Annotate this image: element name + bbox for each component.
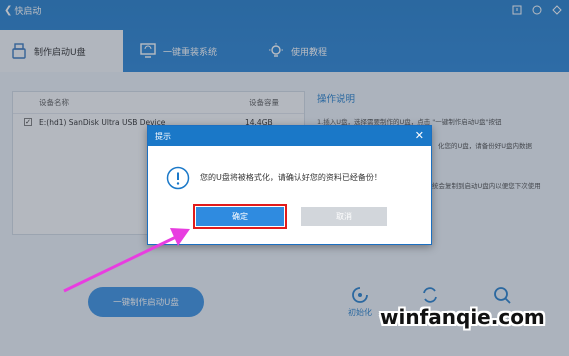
annotation-arrow-icon — [63, 228, 190, 293]
watermark: winfanqie.com — [380, 305, 545, 329]
